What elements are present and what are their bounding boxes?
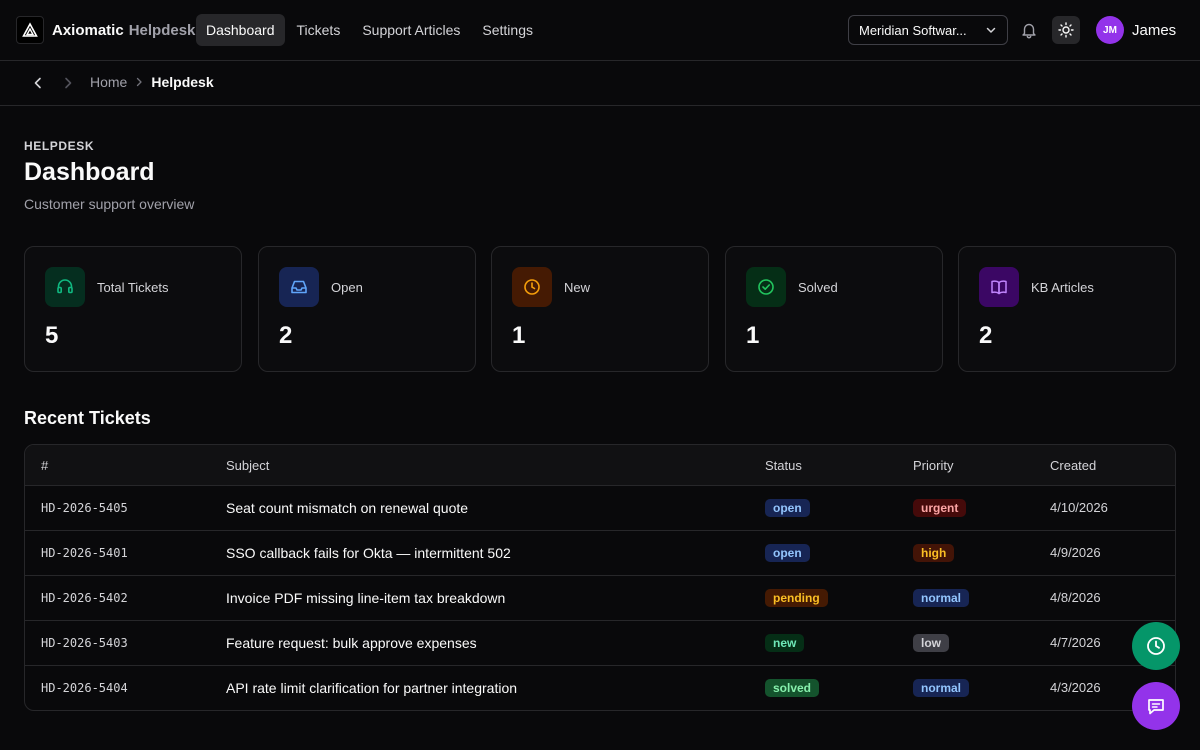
brand[interactable]: Axiomatic Helpdesk [16, 16, 195, 44]
ticket-subject[interactable]: Seat count mismatch on renewal quote [226, 500, 468, 516]
chevron-right-icon [137, 77, 143, 87]
chevron-down-icon [986, 27, 996, 33]
organization-select[interactable]: Meridian Softwar... [848, 15, 1008, 45]
brand-name: Axiomatic [52, 21, 124, 39]
status-badge: solved [765, 679, 820, 697]
ticket-id: HD-2026-5401 [41, 546, 128, 560]
recent-tickets-table: # Subject Status Priority Created HD-202… [24, 444, 1176, 711]
ticket-created: 4/8/2026 [1050, 590, 1101, 605]
status-badge: open [765, 544, 810, 562]
chevron-left-icon [34, 77, 41, 89]
nav-dashboard[interactable]: Dashboard [196, 14, 285, 46]
stat-value: 2 [979, 322, 993, 349]
stat-label: Total Tickets [97, 280, 169, 295]
forward-button[interactable] [60, 75, 76, 91]
ticket-subject[interactable]: SSO callback fails for Okta — intermitte… [226, 545, 511, 561]
priority-badge: normal [913, 679, 970, 697]
page-subtitle: Customer support overview [24, 196, 195, 212]
priority-badge: low [913, 634, 949, 652]
clock-icon [512, 267, 552, 307]
stat-value: 2 [279, 322, 293, 349]
ticket-created: 4/10/2026 [1050, 500, 1108, 515]
user-name: James [1132, 21, 1177, 39]
column-header-created: Created [1050, 458, 1097, 473]
breadcrumb-current: Helpdesk [151, 74, 214, 90]
chat-button[interactable] [1132, 682, 1180, 730]
table-row[interactable]: HD-2026-5403 Feature request: bulk appro… [25, 621, 1175, 666]
top-navigation: Axiomatic Helpdesk Dashboard Tickets Sup… [0, 0, 1200, 61]
ticket-created: 4/3/2026 [1050, 680, 1101, 695]
ticket-created: 4/9/2026 [1050, 545, 1101, 560]
check-circle-icon [746, 267, 786, 307]
breadcrumb-home[interactable]: Home [90, 74, 127, 90]
ticket-id: HD-2026-5402 [41, 591, 128, 605]
logo-icon [16, 16, 44, 44]
stat-value: 1 [512, 322, 526, 349]
breadcrumb-bar: Home Helpdesk [0, 61, 1200, 106]
chevron-right-icon [65, 77, 72, 89]
ticket-id: HD-2026-5403 [41, 636, 128, 650]
table-row[interactable]: HD-2026-5402 Invoice PDF missing line-it… [25, 576, 1175, 621]
ticket-subject[interactable]: Feature request: bulk approve expenses [226, 635, 477, 651]
main-nav: Dashboard Tickets Support Articles Setti… [196, 14, 545, 46]
sun-icon [1058, 22, 1074, 38]
nav-settings[interactable]: Settings [472, 14, 543, 46]
breadcrumb: Home Helpdesk [90, 74, 214, 90]
priority-badge: high [913, 544, 955, 562]
stat-label: Solved [798, 280, 838, 295]
status-badge: pending [765, 589, 828, 607]
avatar: JM [1096, 16, 1124, 44]
history-button[interactable] [1132, 622, 1180, 670]
table-row[interactable]: HD-2026-5401 SSO callback fails for Okta… [25, 531, 1175, 576]
ticket-subject[interactable]: Invoice PDF missing line-item tax breakd… [226, 590, 505, 606]
book-open-icon [979, 267, 1019, 307]
table-row[interactable]: HD-2026-5405 Seat count mismatch on rene… [25, 486, 1175, 531]
page-eyebrow: HELPDESK [24, 139, 95, 153]
column-header-subject: Subject [226, 458, 270, 473]
recent-tickets-title: Recent Tickets [24, 408, 151, 428]
bell-icon[interactable] [1020, 21, 1038, 39]
user-menu[interactable]: JM James [1096, 16, 1176, 44]
chat-icon [1148, 699, 1164, 715]
stat-label: New [564, 280, 591, 295]
headset-icon [45, 267, 85, 307]
stat-value: 1 [746, 322, 760, 349]
column-header-status: Status [765, 458, 802, 473]
stat-value: 5 [45, 322, 59, 349]
ticket-id: HD-2026-5405 [41, 501, 128, 515]
table-row[interactable]: HD-2026-5404 API rate limit clarificatio… [25, 666, 1175, 710]
nav-tickets[interactable]: Tickets [287, 14, 351, 46]
inbox-icon [279, 267, 319, 307]
stat-card-solved[interactable]: Solved 1 [725, 246, 943, 372]
stat-label: KB Articles [1031, 280, 1094, 295]
priority-badge: normal [913, 589, 970, 607]
back-button[interactable] [30, 75, 46, 91]
stat-label: Open [331, 280, 363, 295]
clock-icon [1147, 637, 1165, 655]
column-header-priority: Priority [913, 458, 954, 473]
status-badge: new [765, 634, 805, 652]
stat-card-new[interactable]: New 1 [491, 246, 709, 372]
stat-card-open[interactable]: Open 2 [258, 246, 476, 372]
page-title: Dashboard [24, 158, 155, 186]
ticket-id: HD-2026-5404 [41, 681, 128, 695]
column-header-id: # [41, 458, 49, 473]
stat-card-total-tickets[interactable]: Total Tickets 5 [24, 246, 242, 372]
priority-badge: urgent [913, 499, 967, 517]
stat-card-kb-articles[interactable]: KB Articles 2 [958, 246, 1176, 372]
ticket-subject[interactable]: API rate limit clarification for partner… [226, 680, 517, 696]
status-badge: open [765, 499, 810, 517]
table-header: # Subject Status Priority Created [25, 445, 1175, 486]
theme-toggle-button[interactable] [1052, 16, 1080, 44]
brand-subtitle: Helpdesk [128, 21, 196, 39]
ticket-created: 4/7/2026 [1050, 635, 1101, 650]
organization-select-value: Meridian Softwar... [859, 22, 967, 38]
nav-support-articles[interactable]: Support Articles [352, 14, 470, 46]
